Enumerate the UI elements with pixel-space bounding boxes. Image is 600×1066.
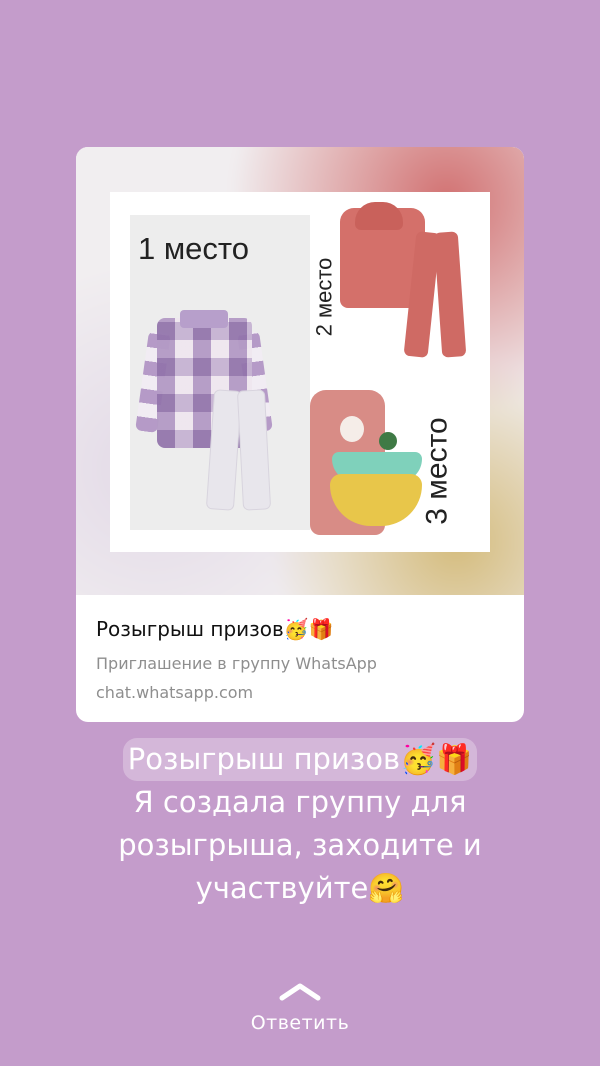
first-place-panel: 1 место	[130, 215, 310, 530]
chevron-up-icon	[279, 983, 321, 1001]
third-place-panel: 3 место	[302, 382, 487, 542]
link-preview-card[interactable]: 1 место 2 место 3 место Розыгрыш призов🥳…	[76, 147, 524, 722]
prize-collage: 1 место 2 место 3 место	[110, 192, 490, 552]
first-place-label: 1 место	[138, 231, 249, 266]
leggings-illustration	[205, 389, 272, 511]
reply-button[interactable]: Ответить	[0, 980, 600, 1034]
link-preview-title[interactable]: Розыгрыш призов🥳🎁	[96, 617, 334, 641]
link-preview-subtitle: Приглашение в группу WhatsApp	[96, 654, 377, 673]
bunny-print	[340, 416, 364, 442]
second-place-label: 2 место	[311, 257, 337, 337]
caption-line-2: Я создала группу для	[133, 785, 467, 819]
caption-line-4: участвуйте🤗	[195, 871, 405, 905]
product-tag	[379, 432, 397, 450]
third-place-label: 3 место	[420, 417, 454, 525]
link-preview-url[interactable]: chat.whatsapp.com	[96, 683, 253, 702]
reply-label: Ответить	[250, 1012, 350, 1034]
story-caption: Розыгрыш призов🥳🎁 Я создала группу для р…	[20, 738, 580, 910]
caption-highlighted-line: Розыгрыш призов🥳🎁	[122, 738, 478, 781]
link-preview-image[interactable]: 1 место 2 место 3 место	[76, 147, 524, 595]
caption-line-3: розыгрыша, заходите и	[118, 828, 482, 862]
second-place-panel: 2 место	[311, 202, 480, 367]
pants-illustration	[403, 231, 467, 362]
